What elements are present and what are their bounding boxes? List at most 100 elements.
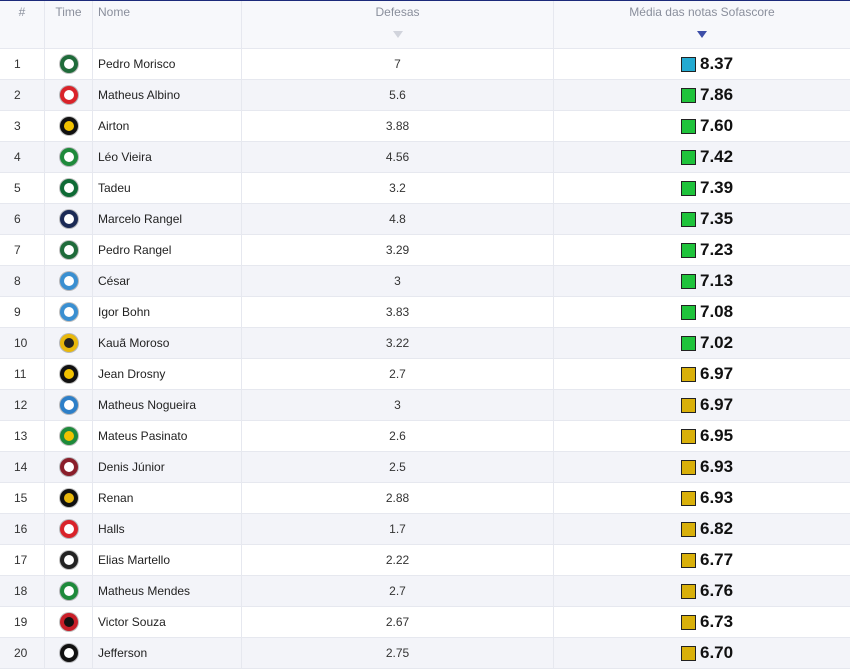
- column-header-saves[interactable]: Defesas: [242, 1, 554, 48]
- rank-cell: 11: [0, 359, 45, 389]
- player-name[interactable]: Jefferson: [93, 638, 242, 668]
- player-name[interactable]: César: [93, 266, 242, 296]
- player-name[interactable]: Matheus Mendes: [93, 576, 242, 606]
- table-row[interactable]: 6 Marcelo Rangel 4.8 7.35: [0, 204, 850, 235]
- team-cell[interactable]: [45, 80, 93, 110]
- sort-arrow-icon[interactable]: [392, 31, 403, 38]
- table-row[interactable]: 11 Jean Drosny 2.7 6.97: [0, 359, 850, 390]
- novorizontino-crest-icon: [59, 117, 78, 135]
- column-header-index: #: [0, 1, 45, 48]
- saves-cell: 4.56: [242, 142, 554, 172]
- rank-cell: 1: [0, 49, 45, 79]
- rating-number: 6.93: [700, 488, 734, 507]
- rating-value: 6.70: [681, 643, 733, 663]
- rating-value: 7.02: [681, 333, 733, 353]
- team-cell[interactable]: [45, 173, 93, 203]
- table-row[interactable]: 8 César 3 7.13: [0, 266, 850, 297]
- rating-cell: 7.39: [554, 173, 850, 203]
- player-name[interactable]: Victor Souza: [93, 607, 242, 637]
- table-row[interactable]: 20 Jefferson 2.75 6.70: [0, 638, 850, 669]
- team-cell[interactable]: [45, 359, 93, 389]
- vila-nova-crest-icon: [59, 520, 78, 538]
- rank-cell: 20: [0, 638, 45, 668]
- rating-number: 7.35: [700, 209, 734, 228]
- player-name[interactable]: Pedro Rangel: [93, 235, 242, 265]
- rating-value: 6.77: [681, 550, 733, 570]
- player-name[interactable]: Elias Martello: [93, 545, 242, 575]
- player-name[interactable]: Matheus Albino: [93, 80, 242, 110]
- team-cell[interactable]: [45, 235, 93, 265]
- team-cell[interactable]: [45, 328, 93, 358]
- rank-cell: 18: [0, 576, 45, 606]
- team-cell[interactable]: [45, 545, 93, 575]
- player-name[interactable]: Marcelo Rangel: [93, 204, 242, 234]
- table-row[interactable]: 19 Victor Souza 2.67 6.73: [0, 607, 850, 638]
- table-row[interactable]: 15 Renan 2.88 6.93: [0, 483, 850, 514]
- player-name[interactable]: Tadeu: [93, 173, 242, 203]
- table-row[interactable]: 9 Igor Bohn 3.83 7.08: [0, 297, 850, 328]
- player-name[interactable]: Renan: [93, 483, 242, 513]
- rating-value: 6.93: [681, 457, 733, 477]
- rating-cell: 7.42: [554, 142, 850, 172]
- column-header-team[interactable]: Time: [45, 1, 93, 48]
- team-cell[interactable]: [45, 483, 93, 513]
- rating-value: 6.95: [681, 426, 733, 446]
- rating-color-swatch: [681, 366, 696, 382]
- table-row[interactable]: 4 Léo Vieira 4.56 7.42: [0, 142, 850, 173]
- table-row[interactable]: 5 Tadeu 3.2 7.39: [0, 173, 850, 204]
- team-cell[interactable]: [45, 49, 93, 79]
- team-cell[interactable]: [45, 638, 93, 668]
- table-row[interactable]: 18 Matheus Mendes 2.7 6.76: [0, 576, 850, 607]
- player-name[interactable]: Denis Júnior: [93, 452, 242, 482]
- table-row[interactable]: 16 Halls 1.7 6.82: [0, 514, 850, 545]
- player-name[interactable]: Kauã Moroso: [93, 328, 242, 358]
- rating-cell: 7.08: [554, 297, 850, 327]
- table-row[interactable]: 14 Denis Júnior 2.5 6.93: [0, 452, 850, 483]
- team-cell[interactable]: [45, 576, 93, 606]
- team-cell[interactable]: [45, 297, 93, 327]
- rating-number: 6.97: [700, 395, 734, 414]
- rating-color-swatch: [681, 87, 696, 103]
- column-header-rating[interactable]: Média das notas Sofascore: [554, 1, 850, 48]
- saves-cell: 3: [242, 390, 554, 420]
- player-name[interactable]: Airton: [93, 111, 242, 141]
- player-name[interactable]: Léo Vieira: [93, 142, 242, 172]
- rating-value: 6.76: [681, 581, 733, 601]
- player-name[interactable]: Halls: [93, 514, 242, 544]
- table-row[interactable]: 1 Pedro Morisco 7 8.37: [0, 49, 850, 80]
- team-cell[interactable]: [45, 142, 93, 172]
- player-name[interactable]: Matheus Nogueira: [93, 390, 242, 420]
- table-row[interactable]: 12 Matheus Nogueira 3 6.97: [0, 390, 850, 421]
- operario-crest-icon: [59, 551, 78, 569]
- table-row[interactable]: 10 Kauã Moroso 3.22 7.02: [0, 328, 850, 359]
- team-cell[interactable]: [45, 421, 93, 451]
- table-row[interactable]: 7 Pedro Rangel 3.29 7.23: [0, 235, 850, 266]
- team-cell[interactable]: [45, 204, 93, 234]
- rating-cell: 7.86: [554, 80, 850, 110]
- team-cell[interactable]: [45, 111, 93, 141]
- team-cell[interactable]: [45, 607, 93, 637]
- table-row[interactable]: 2 Matheus Albino 5.6 7.86: [0, 80, 850, 111]
- team-cell[interactable]: [45, 266, 93, 296]
- rating-value: 6.97: [681, 364, 733, 384]
- player-name[interactable]: Mateus Pasinato: [93, 421, 242, 451]
- team-cell[interactable]: [45, 514, 93, 544]
- column-header-name[interactable]: Nome: [93, 1, 242, 48]
- table-row[interactable]: 13 Mateus Pasinato 2.6 6.95: [0, 421, 850, 452]
- table-row[interactable]: 3 Airton 3.88 7.60: [0, 111, 850, 142]
- player-name[interactable]: Jean Drosny: [93, 359, 242, 389]
- sort-arrow-active-icon[interactable]: [697, 31, 707, 38]
- saves-cell: 2.88: [242, 483, 554, 513]
- table-row[interactable]: 17 Elias Martello 2.22 6.77: [0, 545, 850, 576]
- team-cell[interactable]: [45, 390, 93, 420]
- player-name[interactable]: Igor Bohn: [93, 297, 242, 327]
- team-cell[interactable]: [45, 452, 93, 482]
- rating-number: 7.42: [700, 147, 734, 166]
- player-name[interactable]: Pedro Morisco: [93, 49, 242, 79]
- rating-value: 6.73: [681, 612, 733, 632]
- rating-number: 6.73: [700, 612, 734, 631]
- rating-number: 7.39: [700, 178, 734, 197]
- rating-number: 7.13: [700, 271, 734, 290]
- saves-cell: 2.7: [242, 576, 554, 606]
- rating-cell: 7.13: [554, 266, 850, 296]
